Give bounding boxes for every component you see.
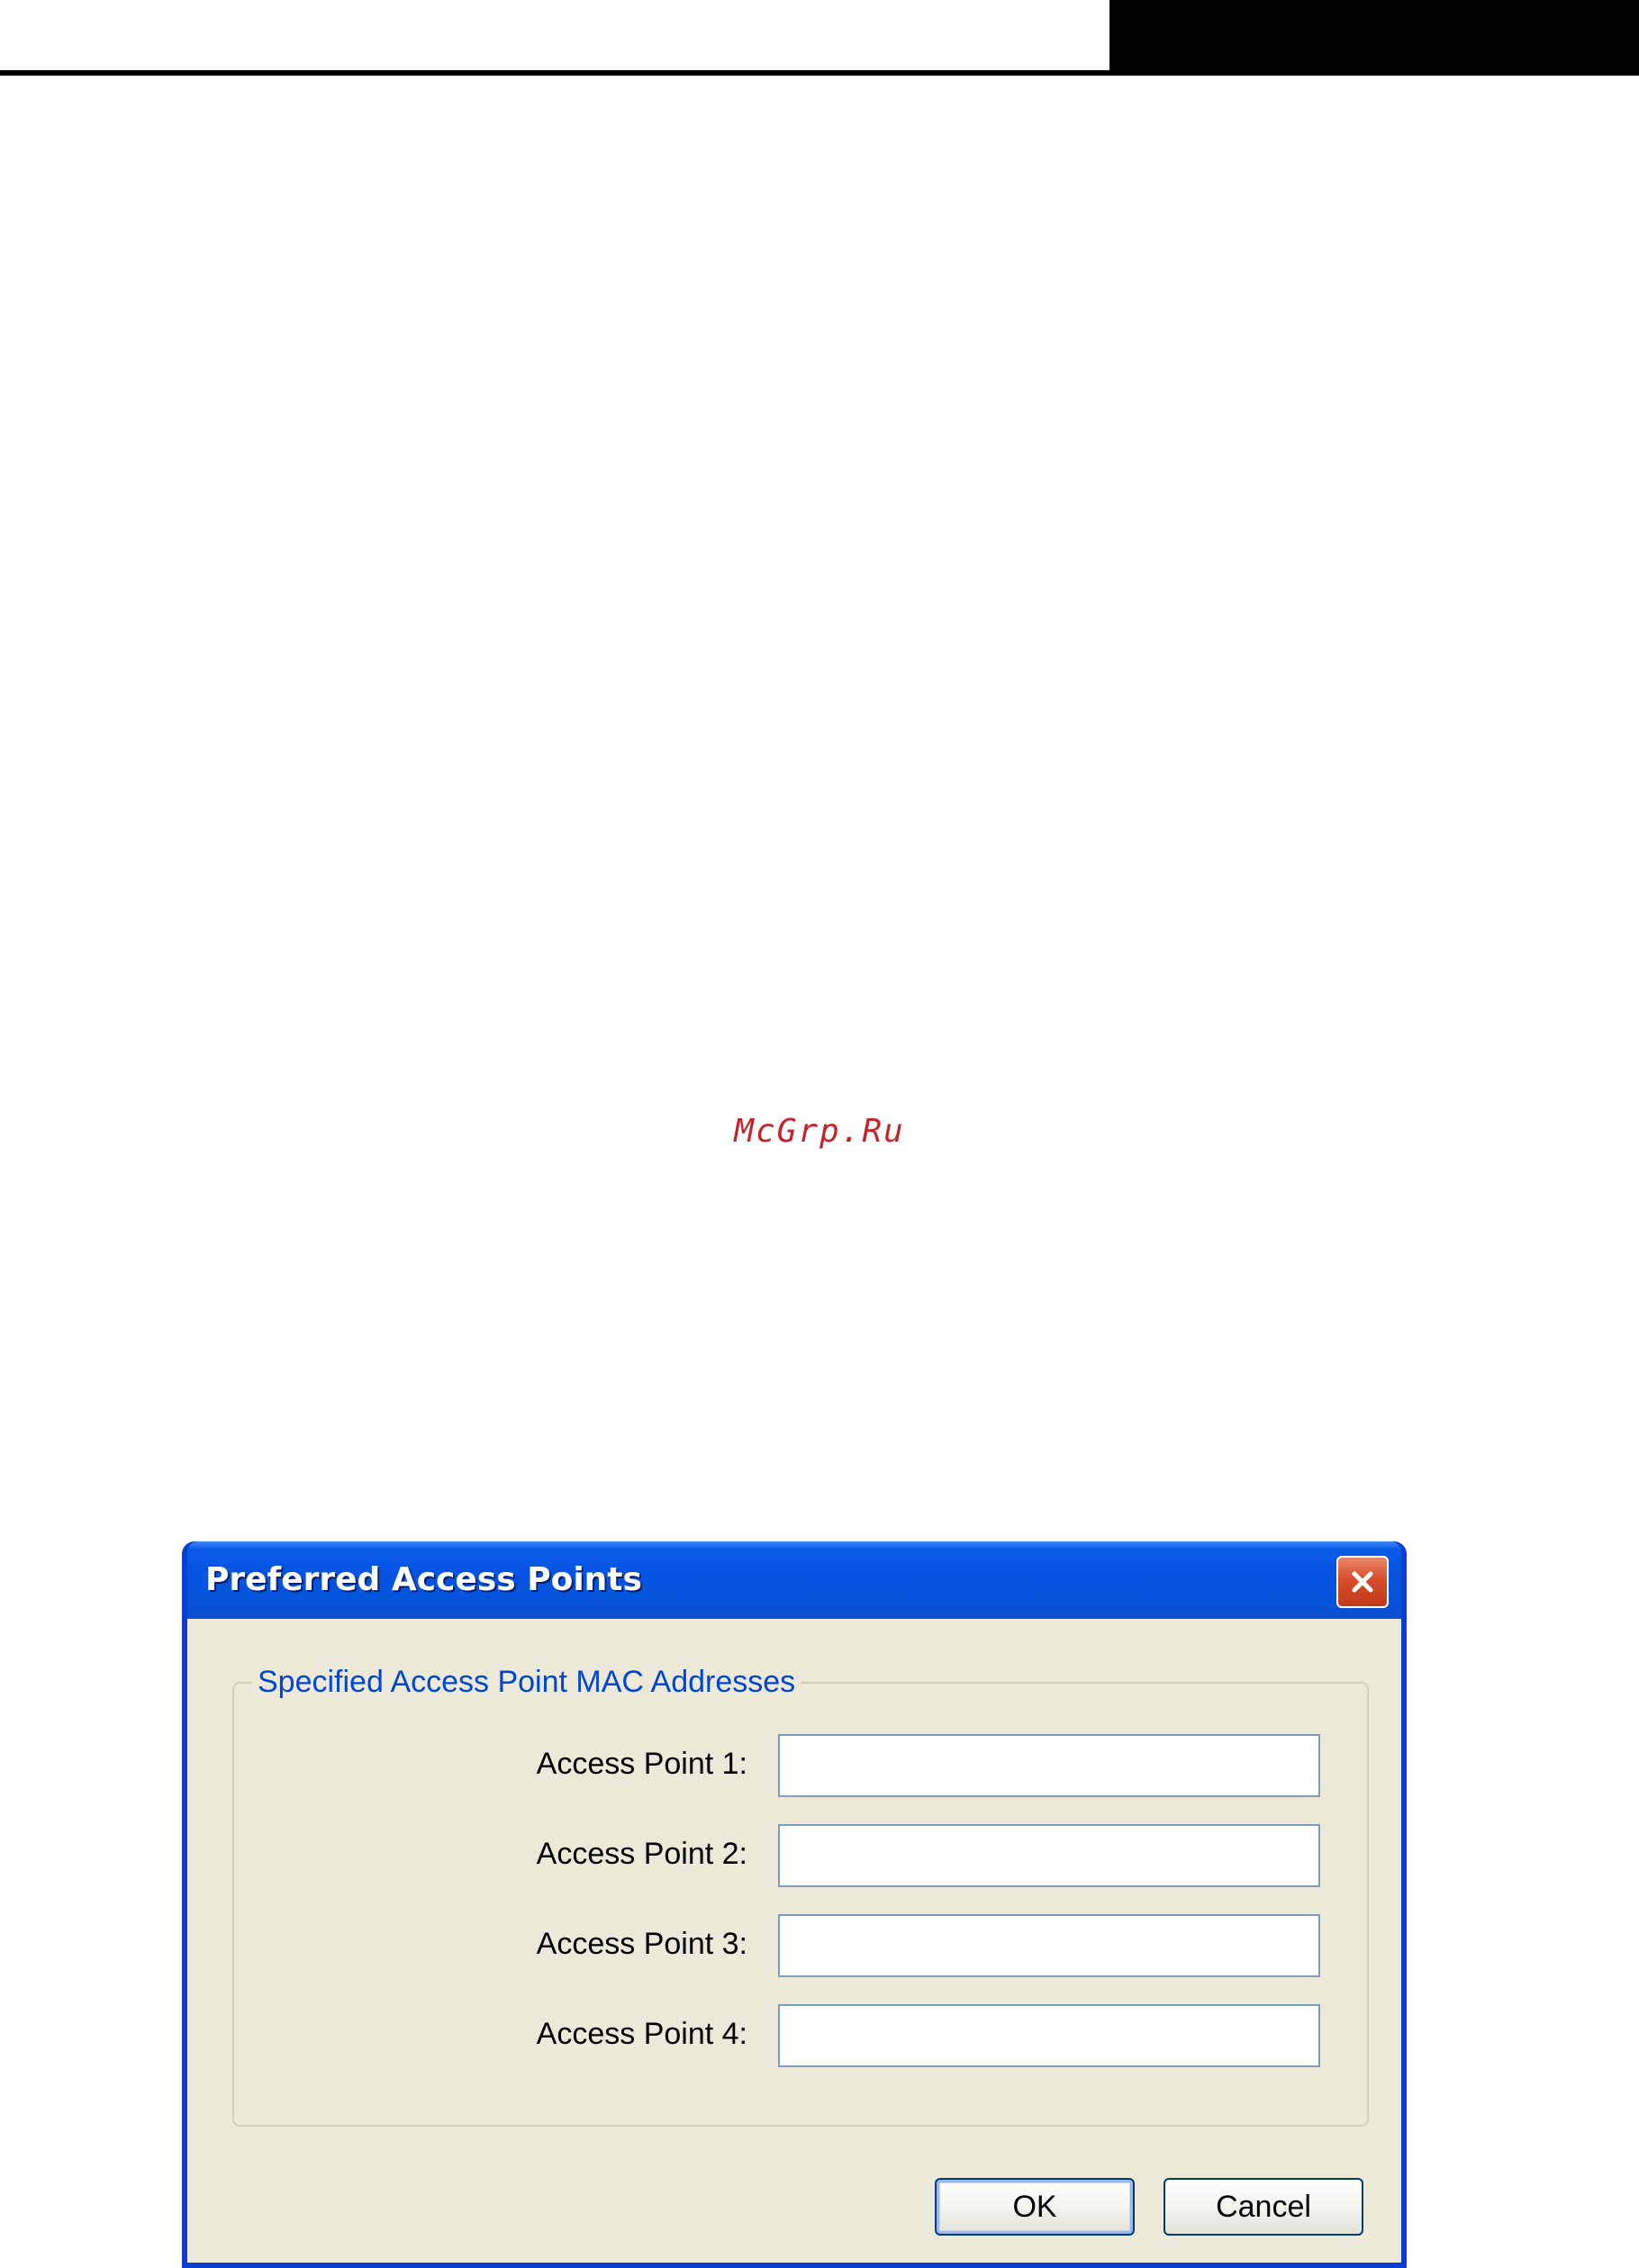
access-point-1-input[interactable] bbox=[778, 1734, 1320, 1797]
dialog-client-area: Specified Access Point MAC Addresses Acc… bbox=[187, 1619, 1401, 2263]
access-point-4-label: Access Point 4: bbox=[536, 2017, 747, 2051]
close-icon bbox=[1352, 1571, 1373, 1593]
access-point-2-input[interactable] bbox=[778, 1824, 1320, 1887]
page-header-block bbox=[1109, 0, 1639, 76]
access-point-row-4: Access Point 4: bbox=[234, 2004, 1367, 2067]
access-point-row-3: Access Point 3: bbox=[234, 1914, 1367, 1977]
dialog-titlebar[interactable]: Preferred Access Points bbox=[187, 1541, 1401, 1619]
access-point-3-input[interactable] bbox=[778, 1914, 1320, 1977]
ok-button[interactable]: OK bbox=[935, 2178, 1135, 2236]
close-button[interactable] bbox=[1336, 1556, 1389, 1608]
page-header-rule bbox=[0, 70, 1639, 76]
preferred-access-points-dialog: Preferred Access Points Specified Access… bbox=[182, 1541, 1407, 2268]
access-point-4-input[interactable] bbox=[778, 2004, 1320, 2067]
access-point-row-1: Access Point 1: bbox=[234, 1734, 1367, 1797]
dialog-title: Preferred Access Points bbox=[205, 1561, 642, 1598]
cancel-button[interactable]: Cancel bbox=[1164, 2178, 1363, 2236]
access-point-2-label: Access Point 2: bbox=[536, 1837, 747, 1871]
groupbox-title: Specified Access Point MAC Addresses bbox=[252, 1664, 801, 1700]
access-point-3-label: Access Point 3: bbox=[536, 1927, 747, 1961]
watermark: McGrp.Ru bbox=[734, 1113, 905, 1150]
access-point-1-label: Access Point 1: bbox=[536, 1747, 747, 1781]
access-point-row-2: Access Point 2: bbox=[234, 1824, 1367, 1887]
mac-addresses-groupbox: Specified Access Point MAC Addresses Acc… bbox=[232, 1664, 1369, 2127]
